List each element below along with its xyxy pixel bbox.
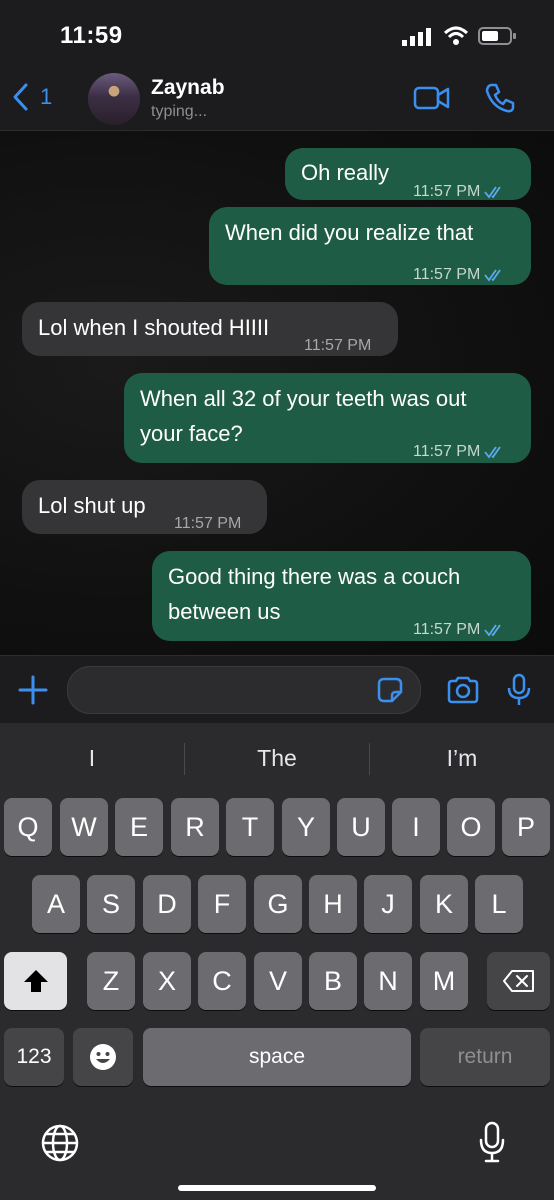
message-meta: 11:57 PM	[304, 328, 371, 363]
space-key[interactable]: space	[143, 1028, 411, 1086]
dictation-icon[interactable]	[478, 1121, 506, 1163]
message-time: 11:57 PM	[413, 266, 481, 283]
message-bubble-outgoing[interactable]: Good thing there was a couch between us …	[152, 551, 531, 641]
home-indicator[interactable]	[178, 1185, 376, 1191]
backspace-key[interactable]	[487, 952, 550, 1010]
return-key[interactable]: return	[420, 1028, 550, 1086]
message-meta: 11:57 PM	[413, 434, 506, 469]
mic-icon[interactable]	[506, 673, 532, 707]
message-composer	[0, 655, 554, 724]
read-receipt-icon	[484, 445, 502, 459]
contact-status: typing...	[151, 103, 208, 120]
key-r[interactable]: R	[171, 798, 219, 856]
message-bubble-outgoing[interactable]: When did you realize that 11:57 PM	[209, 207, 531, 285]
message-text-line2: your face?	[140, 421, 243, 446]
key-t[interactable]: T	[226, 798, 274, 856]
key-p[interactable]: P	[502, 798, 550, 856]
message-text: When all 32 of your teeth was out	[140, 386, 467, 411]
message-meta: 11:57 PM	[413, 612, 506, 647]
message-time: 11:57 PM	[413, 183, 481, 200]
key-z[interactable]: Z	[87, 952, 135, 1010]
suggestion-3[interactable]: I’m	[370, 745, 554, 772]
status-bar: 11:59	[0, 0, 554, 70]
plus-icon[interactable]	[18, 675, 48, 705]
message-time: 11:57 PM	[304, 337, 372, 354]
sticker-icon[interactable]	[377, 677, 403, 703]
key-d[interactable]: D	[143, 875, 191, 933]
battery-icon	[478, 27, 516, 45]
numbers-key[interactable]: 123	[4, 1028, 64, 1086]
emoji-key[interactable]	[73, 1028, 133, 1086]
message-text: Good thing there was a couch	[168, 564, 461, 589]
back-chevron-icon	[13, 83, 28, 111]
key-f[interactable]: F	[198, 875, 246, 933]
key-n[interactable]: N	[364, 952, 412, 1010]
back-button[interactable]: 1	[10, 82, 52, 112]
back-count: 1	[40, 84, 53, 109]
message-time: 11:57 PM	[413, 443, 481, 460]
key-m[interactable]: M	[420, 952, 468, 1010]
key-e[interactable]: E	[115, 798, 163, 856]
message-text: When did you realize that	[225, 220, 474, 245]
message-text: Lol when I shouted HIIII	[38, 315, 270, 340]
shift-key[interactable]	[4, 952, 67, 1010]
key-h[interactable]: H	[309, 875, 357, 933]
message-input[interactable]	[67, 666, 421, 714]
key-q[interactable]: Q	[4, 798, 52, 856]
emoji-icon	[90, 1044, 116, 1070]
message-text-line2: between us	[168, 599, 281, 624]
read-receipt-icon	[484, 268, 502, 282]
message-time: 11:57 PM	[174, 515, 242, 532]
suggestion-2[interactable]: The	[185, 745, 369, 772]
backspace-icon	[502, 970, 534, 992]
avatar[interactable]	[88, 73, 140, 125]
contact-name[interactable]: Zaynab	[151, 76, 225, 100]
key-x[interactable]: X	[143, 952, 191, 1010]
key-s[interactable]: S	[87, 875, 135, 933]
message-bubble-incoming[interactable]: Lol when I shouted HIIII 11:57 PM	[22, 302, 398, 356]
message-text: Lol shut up	[38, 493, 146, 518]
key-w[interactable]: W	[60, 798, 108, 856]
key-o[interactable]: O	[447, 798, 495, 856]
globe-icon[interactable]	[40, 1123, 80, 1163]
key-c[interactable]: C	[198, 952, 246, 1010]
message-bubble-outgoing[interactable]: Oh really 11:57 PM	[285, 148, 531, 200]
read-receipt-icon	[484, 185, 502, 199]
key-k[interactable]: K	[420, 875, 468, 933]
suggestion-1[interactable]: I	[0, 745, 184, 772]
message-meta: 11:57 PM	[413, 174, 506, 209]
key-l[interactable]: L	[475, 875, 523, 933]
key-b[interactable]: B	[309, 952, 357, 1010]
video-call-icon[interactable]	[413, 84, 451, 112]
key-i[interactable]: I	[392, 798, 440, 856]
message-bubble-incoming[interactable]: Lol shut up 11:57 PM	[22, 480, 267, 534]
chat-header: 1 Zaynab typing...	[0, 70, 554, 131]
camera-icon[interactable]	[446, 676, 480, 704]
key-j[interactable]: J	[364, 875, 412, 933]
message-bubble-outgoing[interactable]: When all 32 of your teeth was out your f…	[124, 373, 531, 463]
key-v[interactable]: V	[254, 952, 302, 1010]
key-y[interactable]: Y	[282, 798, 330, 856]
shift-icon	[23, 970, 48, 992]
message-meta: 11:57 PM	[174, 506, 241, 541]
key-g[interactable]: G	[254, 875, 302, 933]
message-list[interactable]: Oh really 11:57 PM When did you realize …	[0, 131, 554, 655]
key-a[interactable]: A	[32, 875, 80, 933]
keyboard: I The I’m Q W E R T Y U I O P A S D F G …	[0, 723, 554, 1200]
signal-icon	[402, 28, 431, 46]
read-receipt-icon	[484, 623, 502, 637]
message-meta: 11:57 PM	[413, 257, 506, 292]
status-time: 11:59	[60, 22, 123, 49]
phone-icon[interactable]	[484, 82, 516, 114]
message-time: 11:57 PM	[413, 621, 481, 638]
message-text: Oh really	[301, 160, 390, 185]
key-u[interactable]: U	[337, 798, 385, 856]
wifi-icon	[443, 26, 469, 45]
